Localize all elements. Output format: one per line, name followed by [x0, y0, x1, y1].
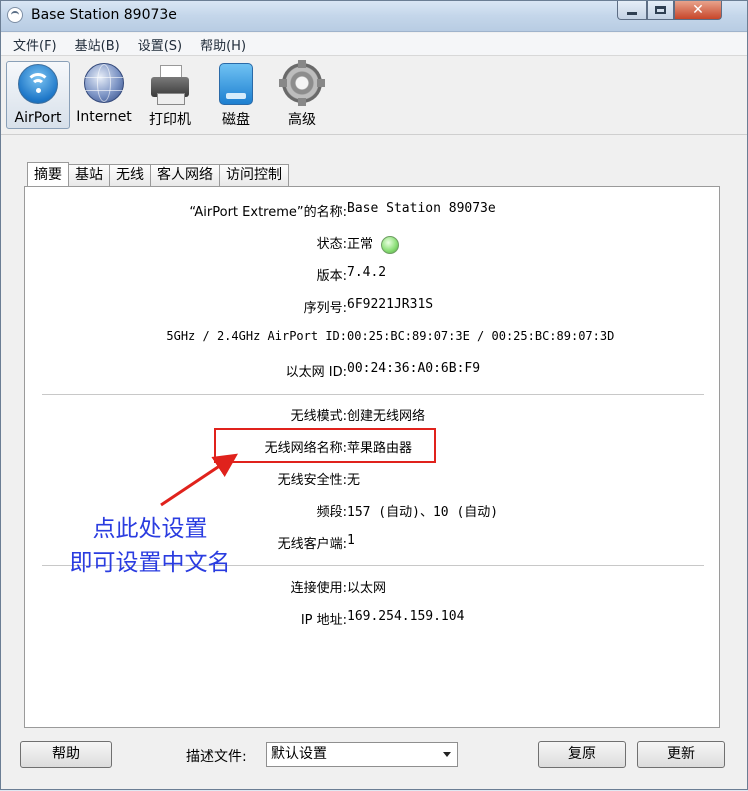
- security-value: 无: [347, 473, 361, 488]
- connect-row: 连接使用: 以太网: [25, 577, 719, 597]
- airport-id-row: 5GHz / 2.4GHz AirPort ID: 00:25:BC:89:07…: [25, 329, 719, 349]
- toolbar-disk[interactable]: 磁盘: [205, 61, 267, 129]
- toolbar-internet[interactable]: Internet: [72, 61, 136, 129]
- window-title: Base Station 89073e: [31, 7, 177, 23]
- wireless-mode-row: 无线模式: 创建无线网络: [25, 405, 719, 425]
- ethernet-id-label: 以太网 ID:: [285, 365, 347, 380]
- section-divider: [42, 394, 704, 395]
- tab-guest-network[interactable]: 客人网络: [150, 164, 220, 186]
- wireless-mode-label: 无线模式:: [290, 409, 347, 424]
- annotation-line-1: 点此处设置: [92, 516, 208, 542]
- ip-value: 169.254.159.104: [347, 609, 465, 624]
- connect-label: 连接使用:: [290, 581, 347, 596]
- menu-file[interactable]: 文件(F): [7, 35, 63, 54]
- annotation-line-2: 即可设置中文名: [69, 550, 231, 576]
- profile-select-value: 默认设置: [271, 746, 327, 762]
- version-row: 版本: 7.4.2: [25, 265, 719, 285]
- ip-label: IP 地址:: [300, 613, 347, 628]
- status-row: 状态: 正常: [25, 233, 719, 254]
- chevron-down-icon: [443, 752, 451, 757]
- minimize-icon: [627, 11, 637, 15]
- name-row: “AirPort Extreme”的名称: Base Station 89073…: [25, 201, 719, 221]
- help-button[interactable]: 帮助: [20, 741, 112, 768]
- ethernet-id-value: 00:24:36:A0:6B:F9: [347, 361, 481, 376]
- close-icon: ✕: [692, 2, 704, 18]
- ethernet-id-row: 以太网 ID: 00:24:36:A0:6B:F9: [25, 361, 719, 381]
- toolbar-airport[interactable]: AirPort: [6, 61, 70, 129]
- profile-label: 描述文件:: [186, 749, 247, 765]
- version-value: 7.4.2: [347, 265, 387, 280]
- status-value: 正常: [347, 237, 374, 252]
- profile-select[interactable]: 默认设置: [266, 742, 458, 767]
- gear-icon: [279, 60, 325, 106]
- security-row: 无线安全性: 无: [25, 469, 719, 489]
- name-label: “AirPort Extreme”的名称:: [189, 205, 347, 220]
- clients-value: 1: [347, 533, 355, 548]
- menu-settings[interactable]: 设置(S): [132, 35, 188, 54]
- update-button[interactable]: 更新: [637, 741, 725, 768]
- security-label: 无线安全性:: [277, 473, 347, 488]
- airport-id-label: 5GHz / 2.4GHz AirPort ID:: [166, 329, 347, 343]
- name-value: Base Station 89073e: [347, 201, 496, 216]
- airport-utility-icon: [7, 7, 23, 23]
- band-value: 157 (自动)、10 (自动): [347, 505, 499, 520]
- title-bar[interactable]: Base Station 89073e ✕: [1, 1, 747, 32]
- serial-row: 序列号: 6F9221JR31S: [25, 297, 719, 317]
- tab-bar: 摘要 基站 无线 客人网络 访问控制: [27, 162, 289, 187]
- airport-wifi-icon: [18, 64, 58, 104]
- menu-bar: 文件(F) 基站(B) 设置(S) 帮助(H): [1, 33, 747, 56]
- disk-icon: [219, 63, 253, 105]
- menu-base-station[interactable]: 基站(B): [69, 35, 126, 54]
- ip-row: IP 地址: 169.254.159.104: [25, 609, 719, 629]
- clients-label: 无线客户端:: [277, 537, 347, 552]
- connect-value: 以太网: [347, 581, 387, 596]
- toolbar-printer[interactable]: 打印机: [139, 61, 201, 129]
- menu-help[interactable]: 帮助(H): [194, 35, 252, 54]
- status-label: 状态:: [316, 237, 347, 252]
- revert-button[interactable]: 复原: [538, 741, 626, 768]
- minimize-button[interactable]: [617, 1, 647, 20]
- serial-label: 序列号:: [303, 301, 347, 316]
- maximize-button[interactable]: [647, 1, 674, 20]
- printer-icon: [148, 63, 192, 107]
- serial-value: 6F9221JR31S: [347, 297, 434, 312]
- maximize-icon: [655, 6, 666, 14]
- toolbar-advanced[interactable]: 高级: [271, 60, 333, 129]
- globe-icon: [84, 63, 124, 103]
- airport-id-value: 00:25:BC:89:07:3E / 00:25:BC:89:07:3D: [347, 329, 615, 343]
- app-window: Base Station 89073e ✕ 文件(F) 基站(B) 设置(S) …: [0, 0, 748, 790]
- close-button[interactable]: ✕: [674, 1, 722, 20]
- status-value-wrap: 正常: [347, 233, 400, 254]
- annotation-highlight-box: [214, 428, 436, 463]
- tab-summary[interactable]: 摘要: [27, 162, 69, 186]
- version-label: 版本:: [316, 269, 347, 284]
- toolbar: AirPort Internet 打印机 磁盘 高级: [1, 56, 747, 135]
- tab-base-station[interactable]: 基站: [68, 164, 110, 186]
- tab-access-control[interactable]: 访问控制: [219, 164, 289, 186]
- band-label: 频段:: [316, 505, 347, 520]
- wireless-mode-value: 创建无线网络: [347, 409, 426, 424]
- status-indicator-icon: [381, 235, 400, 254]
- tab-wireless[interactable]: 无线: [109, 164, 151, 186]
